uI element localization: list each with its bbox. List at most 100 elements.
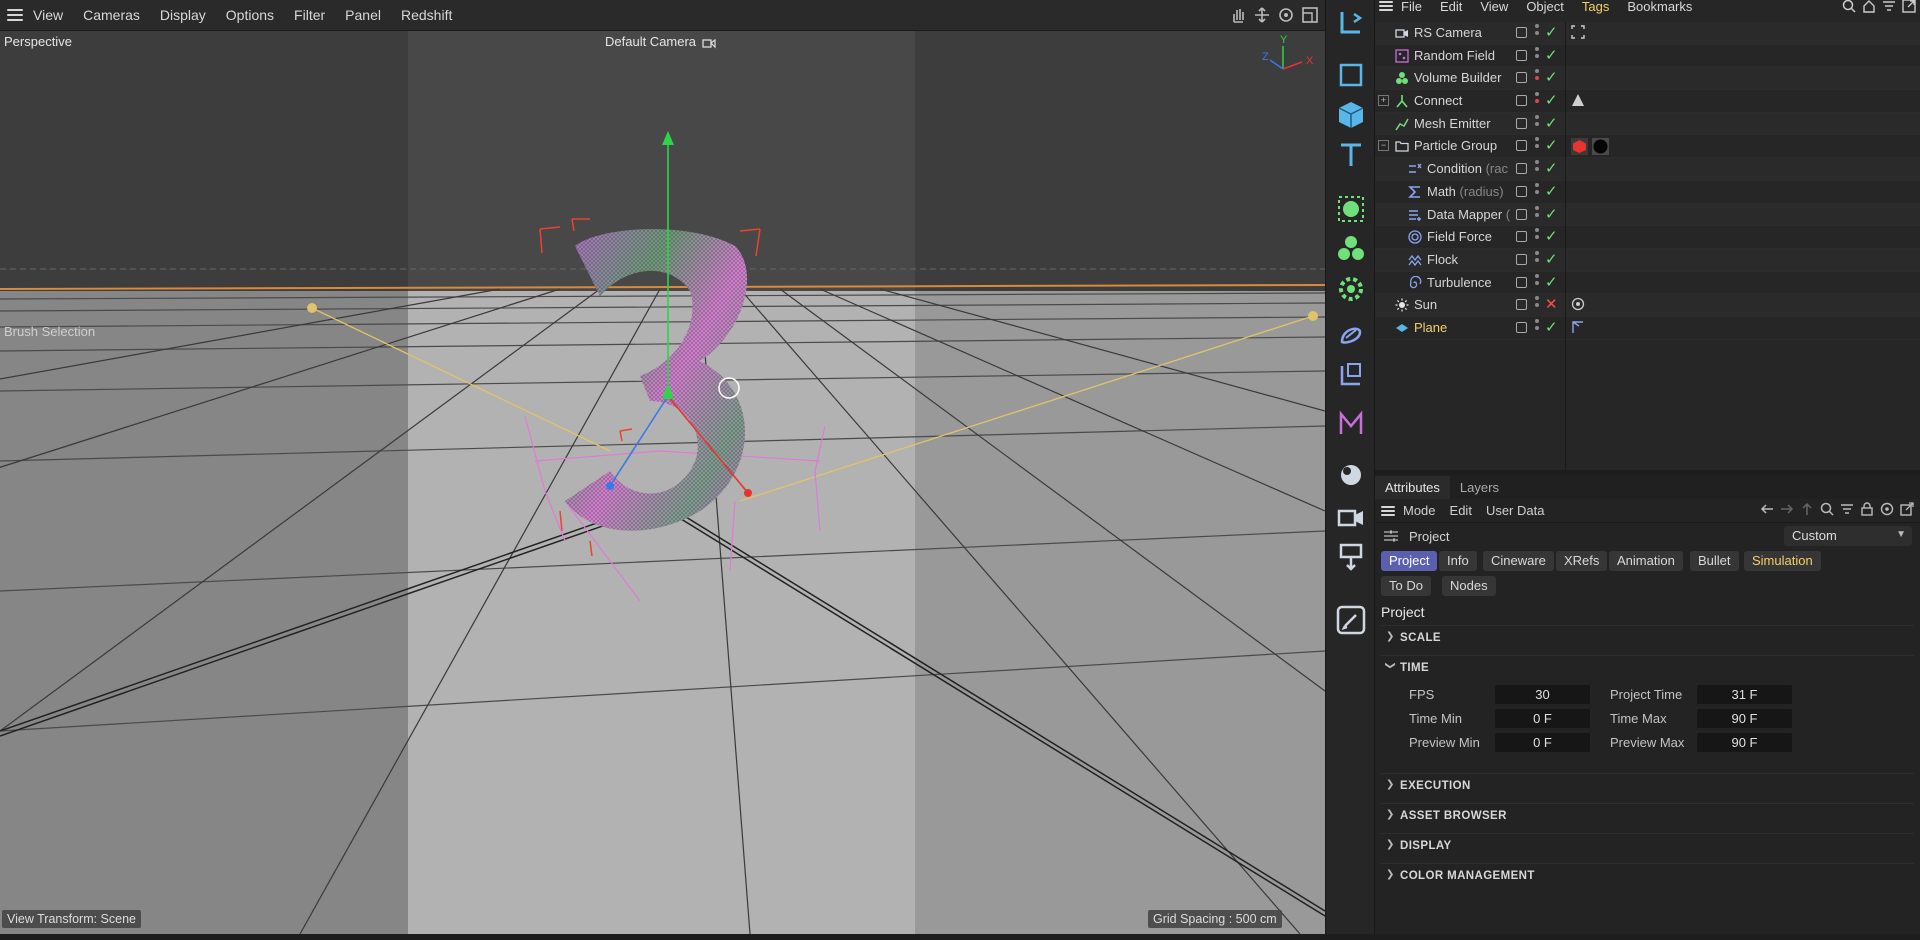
object-row-mesh-emitter[interactable]: Mesh Emitter ✓: [1375, 112, 1920, 136]
om-menu-edit[interactable]: Edit: [1440, 0, 1462, 14]
generator-gear-icon[interactable]: [1334, 272, 1368, 306]
chip-bullet[interactable]: Bullet: [1690, 551, 1739, 571]
material-tag-black-icon[interactable]: [1592, 138, 1609, 156]
layer-toggle-icon[interactable]: [1516, 49, 1527, 61]
enabled-check-icon[interactable]: ✓: [1545, 250, 1558, 268]
menu-display[interactable]: Display: [160, 7, 206, 23]
layer-toggle-icon[interactable]: [1516, 72, 1527, 84]
visibility-dots[interactable]: [1535, 114, 1540, 133]
filter-icon[interactable]: [1840, 502, 1854, 516]
cube-outline-icon[interactable]: [1334, 58, 1368, 92]
object-row-volume-builder[interactable]: Volume Builder ✓: [1375, 67, 1920, 91]
uvw-tag-icon[interactable]: [1571, 320, 1585, 334]
column-divider[interactable]: [1565, 22, 1566, 470]
rotate-view-icon[interactable]: [1277, 6, 1295, 24]
menu-redshift[interactable]: Redshift: [401, 7, 452, 23]
expand-toggle[interactable]: +: [1378, 95, 1389, 107]
attr-menu-mode[interactable]: Mode: [1403, 503, 1436, 518]
layer-toggle-icon[interactable]: [1516, 321, 1527, 333]
visibility-dots[interactable]: [1535, 160, 1540, 178]
object-row-condition[interactable]: Condition (rac ✓: [1375, 158, 1920, 181]
group-time[interactable]: ❯ TIME FPS 30 Project Time 31 F Time Min…: [1381, 655, 1914, 773]
hamburger-menu-icon[interactable]: [7, 9, 23, 21]
visibility-dots[interactable]: [1535, 92, 1540, 110]
light-icon[interactable]: [1334, 458, 1368, 492]
layer-toggle-icon[interactable]: [1516, 208, 1527, 220]
camera-icon[interactable]: [1334, 500, 1368, 534]
object-name[interactable]: Volume Builder: [1414, 70, 1514, 85]
time-min-field[interactable]: 0 F: [1495, 709, 1590, 728]
object-row-field-force[interactable]: Field Force ✓: [1375, 226, 1920, 249]
viewport-canvas[interactable]: Perspective Default Camera Brush Selecti…: [0, 31, 1325, 934]
visibility-dots[interactable]: [1535, 137, 1540, 155]
object-row-connect[interactable]: + Connect ✓: [1375, 90, 1920, 113]
project-time-field[interactable]: 31 F: [1697, 685, 1792, 704]
chip-to-do[interactable]: To Do: [1381, 576, 1431, 596]
chip-info[interactable]: Info: [1439, 551, 1477, 571]
scene-render[interactable]: [0, 31, 1325, 934]
enabled-check-icon[interactable]: ✓: [1545, 182, 1558, 200]
search-icon[interactable]: [1820, 502, 1834, 516]
menu-options[interactable]: Options: [226, 7, 274, 23]
visibility-dots[interactable]: [1535, 296, 1540, 314]
phong-tag-icon[interactable]: [1571, 93, 1585, 107]
camera-lock-icon[interactable]: [702, 37, 716, 49]
chip-nodes[interactable]: Nodes: [1442, 576, 1496, 596]
visibility-dots[interactable]: [1535, 46, 1540, 65]
viewport-panel[interactable]: View Cameras Display Options Filter Pane…: [0, 0, 1325, 934]
om-menu-tags[interactable]: Tags: [1582, 0, 1609, 14]
preview-min-field[interactable]: 0 F: [1495, 733, 1590, 752]
enabled-check-icon[interactable]: ✓: [1545, 23, 1558, 41]
object-row-turbulence[interactable]: Turbulence ✓: [1375, 271, 1920, 295]
object-name[interactable]: Random Field: [1414, 48, 1514, 63]
layer-toggle-icon[interactable]: [1516, 185, 1527, 197]
object-name[interactable]: RS Camera: [1414, 25, 1514, 40]
object-row-rs-camera[interactable]: RS Camera ✓: [1375, 22, 1920, 45]
material-tag-red-icon[interactable]: [1571, 138, 1588, 156]
enabled-check-icon[interactable]: ✓: [1545, 68, 1558, 86]
deformer-icon[interactable]: [1334, 318, 1368, 352]
object-name[interactable]: Mesh Emitter: [1414, 116, 1514, 131]
visibility-dots[interactable]: [1535, 318, 1540, 337]
object-name[interactable]: Particle Group: [1414, 138, 1514, 153]
object-row-data-mapper[interactable]: Data Mapper ( ✓: [1375, 203, 1920, 227]
object-name[interactable]: Data Mapper (: [1427, 207, 1514, 222]
layer-toggle-icon[interactable]: [1516, 163, 1527, 175]
menu-cameras[interactable]: Cameras: [83, 7, 140, 23]
enabled-check-icon[interactable]: ✓: [1545, 91, 1558, 109]
menu-panel[interactable]: Panel: [345, 7, 381, 23]
layer-toggle-icon[interactable]: [1516, 253, 1527, 265]
layer-toggle-icon[interactable]: [1516, 95, 1527, 107]
group-execution[interactable]: ❯ EXECUTION: [1381, 773, 1914, 797]
enabled-check-icon[interactable]: ✓: [1545, 227, 1558, 245]
tab-layers[interactable]: Layers: [1450, 476, 1509, 499]
object-name[interactable]: Turbulence: [1427, 275, 1514, 290]
layer-toggle-icon[interactable]: [1516, 231, 1527, 243]
collapse-toggle[interactable]: −: [1378, 140, 1389, 152]
forward-arrow-icon[interactable]: [1780, 502, 1794, 516]
object-name[interactable]: Connect: [1414, 93, 1514, 108]
chip-project[interactable]: Project: [1381, 551, 1438, 571]
object-name[interactable]: Plane: [1414, 320, 1514, 335]
visibility-dots[interactable]: [1535, 228, 1540, 246]
layer-toggle-icon[interactable]: [1516, 27, 1527, 38]
filter-icon[interactable]: [1882, 0, 1896, 13]
hand-icon[interactable]: [1229, 6, 1247, 24]
preset-dropdown[interactable]: Custom ▼: [1784, 526, 1912, 546]
object-row-flock[interactable]: Flock ✓: [1375, 248, 1920, 272]
spline-gear-icon[interactable]: [1334, 192, 1368, 226]
chip-simulation[interactable]: Simulation: [1744, 551, 1821, 571]
enabled-check-icon[interactable]: ✓: [1545, 205, 1558, 223]
object-row-sun[interactable]: Sun ✕: [1375, 294, 1920, 317]
coordinate-icon[interactable]: [1334, 358, 1368, 392]
object-row-math[interactable]: Math (radius) ✓: [1375, 180, 1920, 204]
enabled-check-icon[interactable]: ✓: [1545, 136, 1558, 154]
om-menu-bookmarks[interactable]: Bookmarks: [1627, 0, 1692, 14]
layer-toggle-icon[interactable]: [1516, 276, 1527, 288]
tab-attributes[interactable]: Attributes: [1375, 476, 1450, 499]
paint-icon[interactable]: [1334, 540, 1368, 574]
visibility-dots[interactable]: [1535, 250, 1540, 269]
visibility-dots[interactable]: [1535, 205, 1540, 224]
edit-pen-icon[interactable]: [1334, 603, 1368, 637]
lock-icon[interactable]: [1860, 502, 1874, 516]
